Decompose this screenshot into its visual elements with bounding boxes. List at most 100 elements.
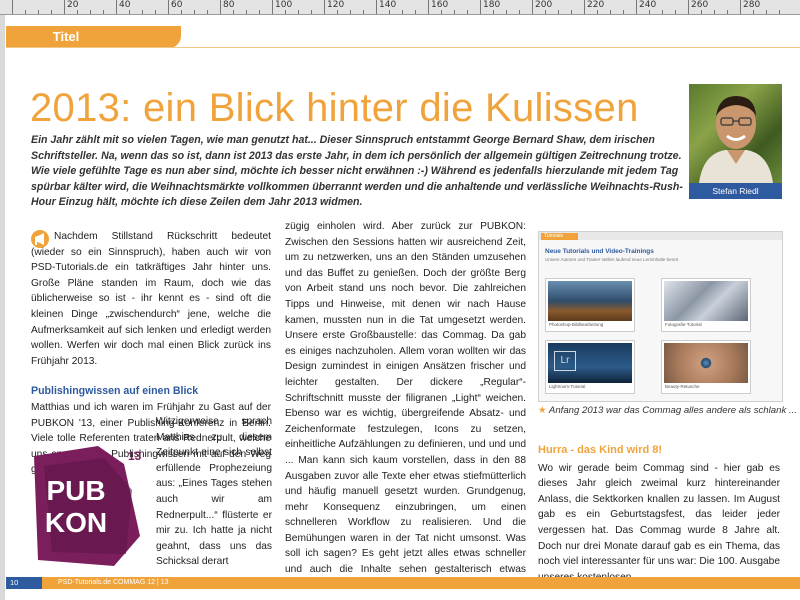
star-icon: ★ xyxy=(538,405,547,416)
subheading: Hurra - das Kind wird 8! xyxy=(538,444,663,456)
article-intro: Ein Jahr zählt mit so vielen Tagen, wie … xyxy=(31,134,683,209)
ruler-label: 260 xyxy=(691,0,709,10)
ruler-tick xyxy=(233,10,234,14)
section-tab: Titel xyxy=(6,26,181,48)
figure-subtitle: Unsere Autoren und Trainer stellen laufe… xyxy=(545,257,678,262)
ruler-tick xyxy=(25,10,26,14)
ruler-tick xyxy=(740,0,741,14)
author-name: Stefan Riedl xyxy=(689,183,782,199)
ruler-tick xyxy=(90,10,91,14)
ruler-tick xyxy=(272,0,273,14)
ruler-tick xyxy=(662,10,663,14)
column-2: zügig einholen wird. Aber zurück zur PUB… xyxy=(285,219,526,593)
horizontal-ruler[interactable]: 20 40 60 80 100 120 140 160 180 200 220 240 260 280 xyxy=(0,0,800,15)
ruler-label: 60 xyxy=(171,0,183,10)
ruler-tick xyxy=(636,0,637,14)
ruler-tick xyxy=(519,10,520,14)
article-headline: 2013: ein Blick hinter die Kulissen xyxy=(30,86,639,130)
ruler-label: 120 xyxy=(327,0,345,10)
ruler-tick xyxy=(64,0,65,14)
lightroom-icon: Lr xyxy=(554,351,576,371)
ruler-tick xyxy=(129,10,130,14)
paragraph: Nachdem Stillstand Rückschritt bedeutet … xyxy=(31,231,271,367)
figure-thumbnail: Beauty-Retusche xyxy=(661,340,751,394)
ruler-tick xyxy=(168,0,169,14)
ruler-tick xyxy=(675,10,676,14)
ruler-tick xyxy=(259,10,260,14)
figure-caption: ★ Anfang 2013 war das Commag alles ander… xyxy=(538,405,797,416)
author-box: Stefan Riedl xyxy=(689,84,782,199)
ruler-tick xyxy=(454,10,455,14)
ruler-tick xyxy=(727,10,728,14)
ruler-tick xyxy=(337,10,338,14)
ruler-tick xyxy=(766,10,767,14)
subheading: Publishingwissen auf einen Blick xyxy=(31,385,199,398)
ruler-tick xyxy=(441,10,442,14)
ruler-tick xyxy=(610,10,611,14)
ruler-tick xyxy=(571,10,572,14)
ruler-label: 80 xyxy=(223,0,235,10)
ruler-label: 40 xyxy=(119,0,131,10)
ruler-tick xyxy=(38,10,39,14)
column-3: Hurra - das Kind wird 8! Wo wir gerade b… xyxy=(538,443,780,585)
ruler-tick xyxy=(428,0,429,14)
ruler-tick xyxy=(51,10,52,14)
ruler-tick xyxy=(493,10,494,14)
ruler-tick xyxy=(532,0,533,14)
ruler-tick xyxy=(246,10,247,14)
ruler-tick xyxy=(688,0,689,14)
ruler-tick xyxy=(753,10,754,14)
ruler-tick xyxy=(103,10,104,14)
figure-thumbnail: Fotografie-Tutorial xyxy=(661,278,751,332)
page-number: 10 xyxy=(6,577,42,589)
screenshot-figure: Tutorials Neue Tutorials und Video-Train… xyxy=(538,231,783,402)
footer-text: PSD-Tutorials.de COMMAG 12 | 13 xyxy=(58,579,169,586)
ruler-tick xyxy=(389,10,390,14)
ruler-label: 220 xyxy=(587,0,605,10)
ruler-label: 240 xyxy=(639,0,657,10)
ruler-tick xyxy=(597,10,598,14)
ruler-tick xyxy=(363,10,364,14)
page-edge xyxy=(0,15,5,600)
figure-title: Neue Tutorials und Video-Trainings xyxy=(545,248,654,255)
ruler-tick xyxy=(415,10,416,14)
ruler-label: 160 xyxy=(431,0,449,10)
ruler-tick xyxy=(584,0,585,14)
logo-line-1: PUB xyxy=(46,475,105,506)
paragraph: zügig einholen wird. Aber zurück zur PUB… xyxy=(285,221,526,591)
ruler-tick xyxy=(350,10,351,14)
ruler-label: 20 xyxy=(67,0,79,10)
ruler-tick xyxy=(545,10,546,14)
ruler-tick xyxy=(116,0,117,14)
ruler-tick xyxy=(311,10,312,14)
author-photo xyxy=(689,84,782,183)
ruler-tick xyxy=(142,10,143,14)
logo-line-2: KON xyxy=(45,507,107,538)
ruler-label: 280 xyxy=(743,0,761,10)
ruler-tick xyxy=(467,10,468,14)
wrapped-paragraph: Witzigerweise sprach Matthias zu diesem … xyxy=(156,416,272,568)
figure-tab: Tutorials xyxy=(541,233,578,240)
ruler-tick xyxy=(623,10,624,14)
ruler-tick xyxy=(194,10,195,14)
ruler-tick xyxy=(207,10,208,14)
header-rule xyxy=(6,47,800,48)
ruler-tick xyxy=(298,10,299,14)
ruler-tick xyxy=(77,10,78,14)
logo-superscript: 13 xyxy=(128,449,142,463)
ruler-tick xyxy=(181,10,182,14)
ruler-tick xyxy=(558,10,559,14)
ruler-tick xyxy=(649,10,650,14)
ruler-tick xyxy=(402,10,403,14)
paragraph: Wo wir gerade beim Commag sind - hier ga… xyxy=(538,462,780,583)
ruler-tick xyxy=(779,10,780,14)
figure-thumbnail: Lr Lightroom-Tutorial xyxy=(545,340,635,394)
ruler-tick xyxy=(376,0,377,14)
ruler-label: 100 xyxy=(275,0,293,10)
pubkon-logo: PUB KON 13 xyxy=(28,444,152,568)
figure-thumbnail: Photoshop-Bildbearbeitung xyxy=(545,278,635,332)
ruler-tick xyxy=(220,0,221,14)
ruler-tick xyxy=(155,10,156,14)
ruler-tick xyxy=(714,10,715,14)
ruler-label: 200 xyxy=(535,0,553,10)
